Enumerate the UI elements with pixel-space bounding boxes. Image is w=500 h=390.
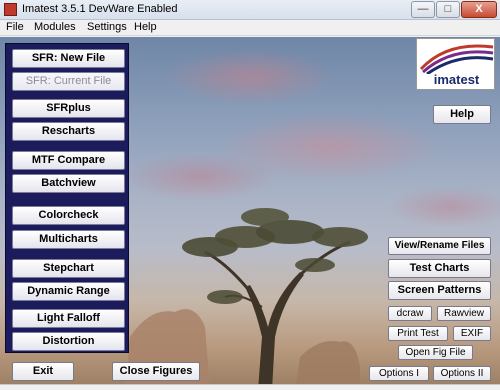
colorcheck-button[interactable]: Colorcheck — [12, 206, 125, 225]
rescharts-button[interactable]: Rescharts — [12, 122, 125, 141]
minimize-button[interactable]: — — [411, 1, 435, 18]
app-icon — [4, 3, 17, 16]
sfrplus-button[interactable]: SFRplus — [12, 99, 125, 118]
menu-settings[interactable]: Settings — [87, 21, 127, 33]
view-rename-files-button[interactable]: View/Rename Files — [388, 237, 491, 255]
title-bar: Imatest 3.5.1 DevWare Enabled — □ X — [0, 0, 500, 20]
sfr-new-file-button[interactable]: SFR: New File — [12, 49, 125, 68]
logo-text: imatest — [433, 72, 480, 87]
dcraw-button[interactable]: dcraw — [388, 306, 432, 321]
print-test-button[interactable]: Print Test — [388, 326, 448, 341]
test-charts-button[interactable]: Test Charts — [388, 259, 491, 278]
window-title: Imatest 3.5.1 DevWare Enabled — [22, 3, 178, 15]
dynamic-range-button[interactable]: Dynamic Range — [12, 282, 125, 301]
maximize-button[interactable]: □ — [436, 1, 460, 18]
options-i-button[interactable]: Options I — [369, 366, 429, 381]
multicharts-button[interactable]: Multicharts — [12, 230, 125, 249]
close-figures-button[interactable]: Close Figures — [112, 362, 200, 381]
menu-help[interactable]: Help — [134, 21, 157, 33]
rawview-button[interactable]: Rawview — [437, 306, 491, 321]
logo-swoosh-icon — [419, 44, 494, 74]
open-fig-file-button[interactable]: Open Fig File — [398, 345, 473, 360]
sfr-current-file-button[interactable]: SFR: Current File — [12, 72, 125, 91]
options-ii-button[interactable]: Options II — [433, 366, 491, 381]
screen-patterns-button[interactable]: Screen Patterns — [388, 281, 491, 300]
menu-file[interactable]: File — [6, 21, 24, 33]
help-button[interactable]: Help — [433, 105, 491, 124]
menu-modules[interactable]: Modules — [34, 21, 76, 33]
light-falloff-button[interactable]: Light Falloff — [12, 309, 125, 328]
close-button[interactable]: X — [461, 1, 497, 18]
menu-bar: File Modules Settings Help — [0, 20, 500, 36]
status-bar — [0, 384, 500, 390]
batchview-button[interactable]: Batchview — [12, 174, 125, 193]
exif-button[interactable]: EXIF — [453, 326, 491, 341]
mtf-compare-button[interactable]: MTF Compare — [12, 151, 125, 170]
exit-button[interactable]: Exit — [12, 362, 74, 381]
imatest-logo: imatest — [416, 38, 495, 90]
distortion-button[interactable]: Distortion — [12, 332, 125, 351]
stepchart-button[interactable]: Stepchart — [12, 259, 125, 278]
